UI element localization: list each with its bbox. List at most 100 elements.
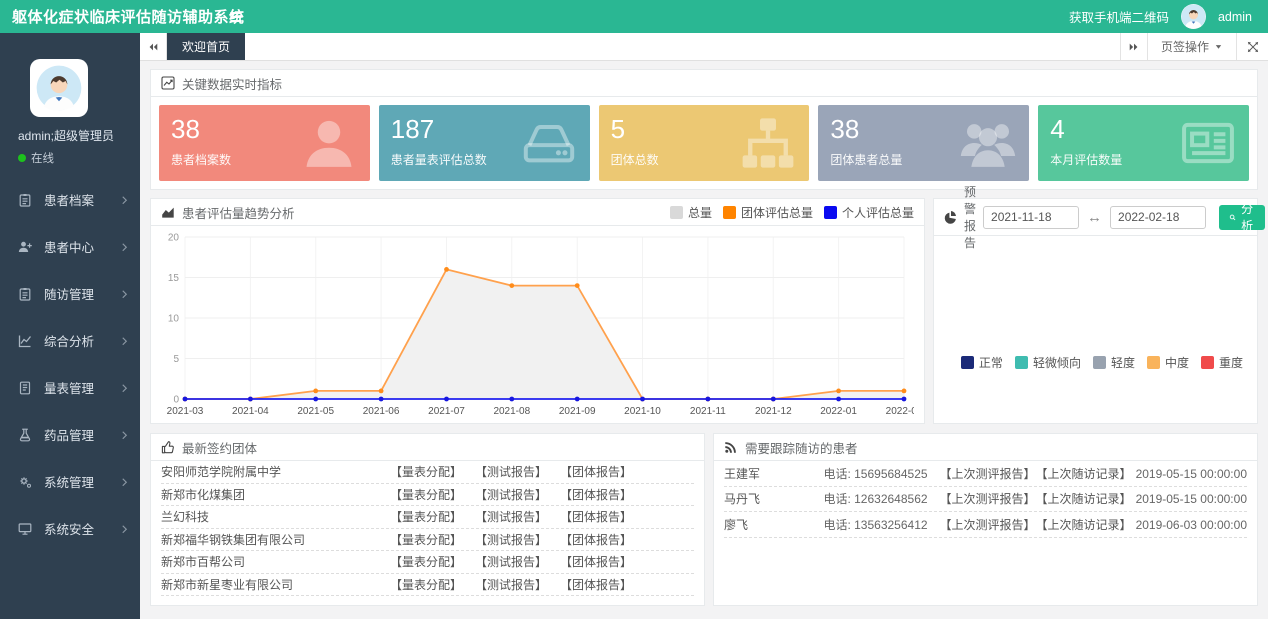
sidebar-item-comprehensive-analysis[interactable]: 综合分析 [0, 317, 140, 364]
date-to-input[interactable] [1110, 206, 1206, 229]
test-report-link[interactable]: 【测试报告】 [475, 576, 547, 593]
tab-welcome-home[interactable]: 欢迎首页 [167, 33, 245, 60]
svg-text:2021-04: 2021-04 [232, 406, 269, 417]
last-visit-record-link[interactable]: 【上次随访记录】 [1036, 492, 1132, 506]
date-from-input[interactable] [983, 206, 1079, 229]
area-chart-icon [161, 205, 175, 219]
scale-assign-link[interactable]: 【量表分配】 [390, 463, 462, 480]
scale-assign-link[interactable]: 【量表分配】 [390, 508, 462, 525]
scale-assign-link[interactable]: 【量表分配】 [390, 553, 462, 570]
svg-text:5: 5 [173, 354, 179, 365]
sidebar-avatar[interactable] [30, 59, 88, 117]
sidebar-item-label: 患者档案 [44, 190, 121, 209]
line-chart-icon [161, 76, 175, 90]
navbar-username[interactable]: admin [1218, 10, 1252, 24]
tab-bar: 欢迎首页 页签操作 [140, 33, 1268, 61]
hamburger-menu-icon[interactable] [228, 9, 244, 25]
group-report-link[interactable]: 【团体报告】 [560, 576, 632, 593]
svg-text:2022-02: 2022-02 [886, 406, 914, 417]
warning-panel: 预警报告 ↔ 分析 正常轻微倾向轻度中度重度 [933, 198, 1258, 424]
group-row: 新郑福华钢铁集团有限公司【量表分配】【测试报告】【团体报告】 [161, 529, 694, 552]
followup-file-icon [18, 287, 32, 301]
sidebar-item-system-security[interactable]: 系统安全 [0, 505, 140, 552]
tab-operations-dropdown[interactable]: 页签操作 [1147, 33, 1236, 60]
sidebar: admin;超级管理员 在线 患者档案患者中心随访管理综合分析量表管理药品管理系… [0, 33, 140, 619]
patient-phone: 电话: 13563256412 [823, 516, 939, 533]
legend-swatch [1093, 356, 1106, 369]
last-test-report-link[interactable]: 【上次测评报告】 [940, 465, 1036, 482]
trend-chart-svg: 051015202021-032021-042021-052021-062021… [159, 229, 914, 419]
followup-row: 马丹飞电话: 12632648562【上次测评报告】【上次随访记录】2019-0… [724, 487, 1247, 513]
group-name: 新郑市新星枣业有限公司 [161, 576, 390, 593]
legend-swatch [1147, 356, 1160, 369]
legend-item: 总量 [670, 204, 712, 221]
stat-card-3: 38团体患者总量 [818, 105, 1029, 181]
tab-scroll-right-button[interactable] [1120, 33, 1147, 60]
sidebar-item-system-management[interactable]: 系统管理 [0, 458, 140, 505]
last-visit-cell: 【上次随访记录】2019-06-03 00:00:00 [1036, 516, 1247, 533]
scale-assign-link[interactable]: 【量表分配】 [390, 576, 462, 593]
sidebar-item-patient-archive[interactable]: 患者档案 [0, 176, 140, 223]
group-report-link[interactable]: 【团体报告】 [560, 463, 632, 480]
groups-panel: 最新签约团体 安阳师范学院附属中学【量表分配】【测试报告】【团体报告】新郑市化煤… [150, 433, 705, 606]
double-chevron-left-icon [147, 41, 159, 53]
test-report-link[interactable]: 【测试报告】 [475, 463, 547, 480]
legend-label: 团体评估总量 [741, 204, 813, 221]
svg-text:0: 0 [173, 395, 179, 406]
legend-swatch [723, 206, 736, 219]
group-row-links: 【量表分配】【测试报告】【团体报告】 [390, 508, 632, 525]
group-name: 安阳师范学院附属中学 [161, 463, 390, 480]
warning-panel-body: 正常轻微倾向轻度中度重度 [934, 236, 1257, 423]
legend-swatch [1201, 356, 1214, 369]
test-report-link[interactable]: 【测试报告】 [475, 508, 547, 525]
legend-item: 个人评估总量 [824, 204, 914, 221]
followups-list: 王建军电话: 15695684525【上次测评报告】【上次随访记录】2019-0… [714, 461, 1257, 538]
chevron-right-icon [121, 335, 128, 346]
chevron-right-icon [121, 288, 128, 299]
sidebar-item-label: 量表管理 [44, 378, 121, 397]
svg-text:2021-11: 2021-11 [690, 406, 726, 417]
stat-card-1: 187患者量表评估总数 [379, 105, 590, 181]
groups-list: 安阳师范学院附属中学【量表分配】【测试报告】【团体报告】新郑市化煤集团【量表分配… [151, 461, 704, 596]
svg-text:20: 20 [168, 233, 180, 244]
legend-item: 中度 [1147, 354, 1189, 371]
legend-swatch [1015, 356, 1028, 369]
sidebar-item-scale-management[interactable]: 量表管理 [0, 364, 140, 411]
patient-file-icon [18, 193, 32, 207]
sidebar-item-medicine-management[interactable]: 药品管理 [0, 411, 140, 458]
group-report-link[interactable]: 【团体报告】 [560, 531, 632, 548]
sidebar-item-patient-center[interactable]: 患者中心 [0, 223, 140, 270]
followups-panel-header: 需要跟踪随访的患者 [714, 434, 1257, 461]
caret-down-icon [1214, 42, 1223, 51]
scale-assign-link[interactable]: 【量表分配】 [390, 486, 462, 503]
scale-assign-link[interactable]: 【量表分配】 [390, 531, 462, 548]
sidebar-item-followup-management[interactable]: 随访管理 [0, 270, 140, 317]
last-visit-record-link[interactable]: 【上次随访记录】 [1036, 518, 1132, 532]
group-row: 新郑市百帮公司【量表分配】【测试报告】【团体报告】 [161, 551, 694, 574]
followup-row: 王建军电话: 15695684525【上次测评报告】【上次随访记录】2019-0… [724, 461, 1247, 487]
stats-panel-header: 关键数据实时指标 [151, 70, 1257, 97]
last-test-report-link[interactable]: 【上次测评报告】 [940, 516, 1036, 533]
tab-scroll-left-button[interactable] [140, 33, 167, 60]
user-plus-icon [18, 240, 32, 254]
group-report-link[interactable]: 【团体报告】 [560, 508, 632, 525]
test-report-link[interactable]: 【测试报告】 [475, 553, 547, 570]
last-visit-datetime: 2019-05-15 00:00:00 [1136, 492, 1247, 506]
group-report-link[interactable]: 【团体报告】 [560, 486, 632, 503]
last-test-report-link[interactable]: 【上次测评报告】 [940, 490, 1036, 507]
group-name: 新郑市化煤集团 [161, 486, 390, 503]
online-status-dot-icon [18, 154, 26, 162]
test-report-link[interactable]: 【测试报告】 [475, 531, 547, 548]
warning-panel-header: 预警报告 ↔ 分析 [934, 199, 1257, 236]
analyze-button[interactable]: 分析 [1219, 205, 1265, 230]
test-report-link[interactable]: 【测试报告】 [475, 486, 547, 503]
legend-item: 重度 [1201, 354, 1243, 371]
last-visit-record-link[interactable]: 【上次随访记录】 [1036, 467, 1132, 481]
get-mobile-qrcode-link[interactable]: 获取手机端二维码 [1069, 7, 1169, 26]
group-report-link[interactable]: 【团体报告】 [560, 553, 632, 570]
legend-label: 轻度 [1111, 354, 1135, 371]
svg-text:2022-01: 2022-01 [820, 406, 857, 417]
sidebar-menu: 患者档案患者中心随访管理综合分析量表管理药品管理系统管理系统安全 [0, 176, 140, 552]
user-avatar[interactable] [1181, 4, 1206, 29]
fullscreen-toggle-button[interactable] [1236, 33, 1268, 60]
